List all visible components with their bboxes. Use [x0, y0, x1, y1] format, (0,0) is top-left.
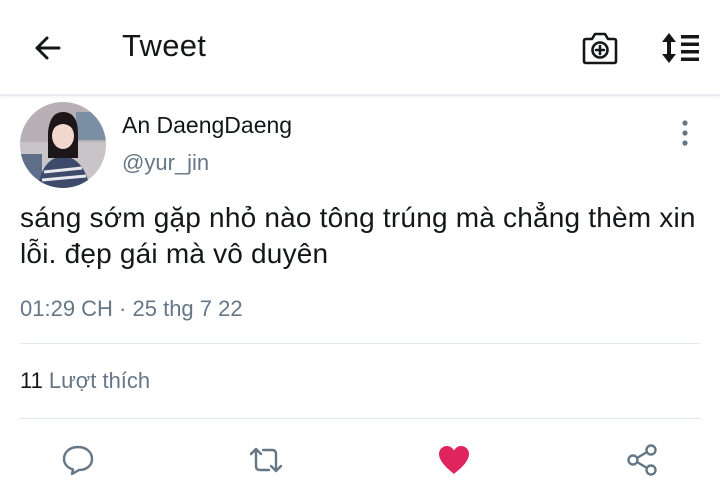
- reply-button[interactable]: [56, 438, 100, 482]
- avatar[interactable]: [20, 102, 106, 188]
- retweet-button[interactable]: [244, 438, 288, 482]
- sort-list-icon: [662, 33, 699, 63]
- likes-count: 11: [20, 368, 43, 393]
- author-name[interactable]: An DaengDaeng: [122, 112, 292, 139]
- back-arrow-icon: [35, 36, 61, 60]
- divider: [20, 418, 700, 419]
- sort-button[interactable]: [658, 28, 702, 68]
- top-bar: Tweet: [0, 0, 720, 96]
- page-title: Tweet: [122, 28, 207, 63]
- camera-add-icon: [582, 32, 618, 65]
- heart-icon: [439, 446, 469, 474]
- likes-summary[interactable]: 11 Lượt thích: [20, 368, 150, 394]
- more-options-button[interactable]: [670, 118, 700, 148]
- share-icon: [627, 444, 657, 476]
- like-button[interactable]: [432, 438, 476, 482]
- tweet-timestamp[interactable]: 01:29 CH · 25 thg 7 22: [20, 296, 243, 322]
- share-button[interactable]: [620, 438, 664, 482]
- reply-icon: [62, 445, 94, 476]
- likes-label: Lượt thích: [48, 368, 151, 393]
- author-handle[interactable]: @yur_jin: [122, 150, 209, 176]
- tweet-text: sáng sớm gặp nhỏ nào tông trúng mà chẳng…: [20, 202, 696, 269]
- profile-photo-icon: [20, 102, 106, 188]
- divider: [20, 343, 700, 344]
- back-button[interactable]: [30, 30, 66, 66]
- camera-button[interactable]: [580, 28, 620, 68]
- more-vertical-icon: [682, 120, 688, 146]
- retweet-icon: [249, 447, 283, 473]
